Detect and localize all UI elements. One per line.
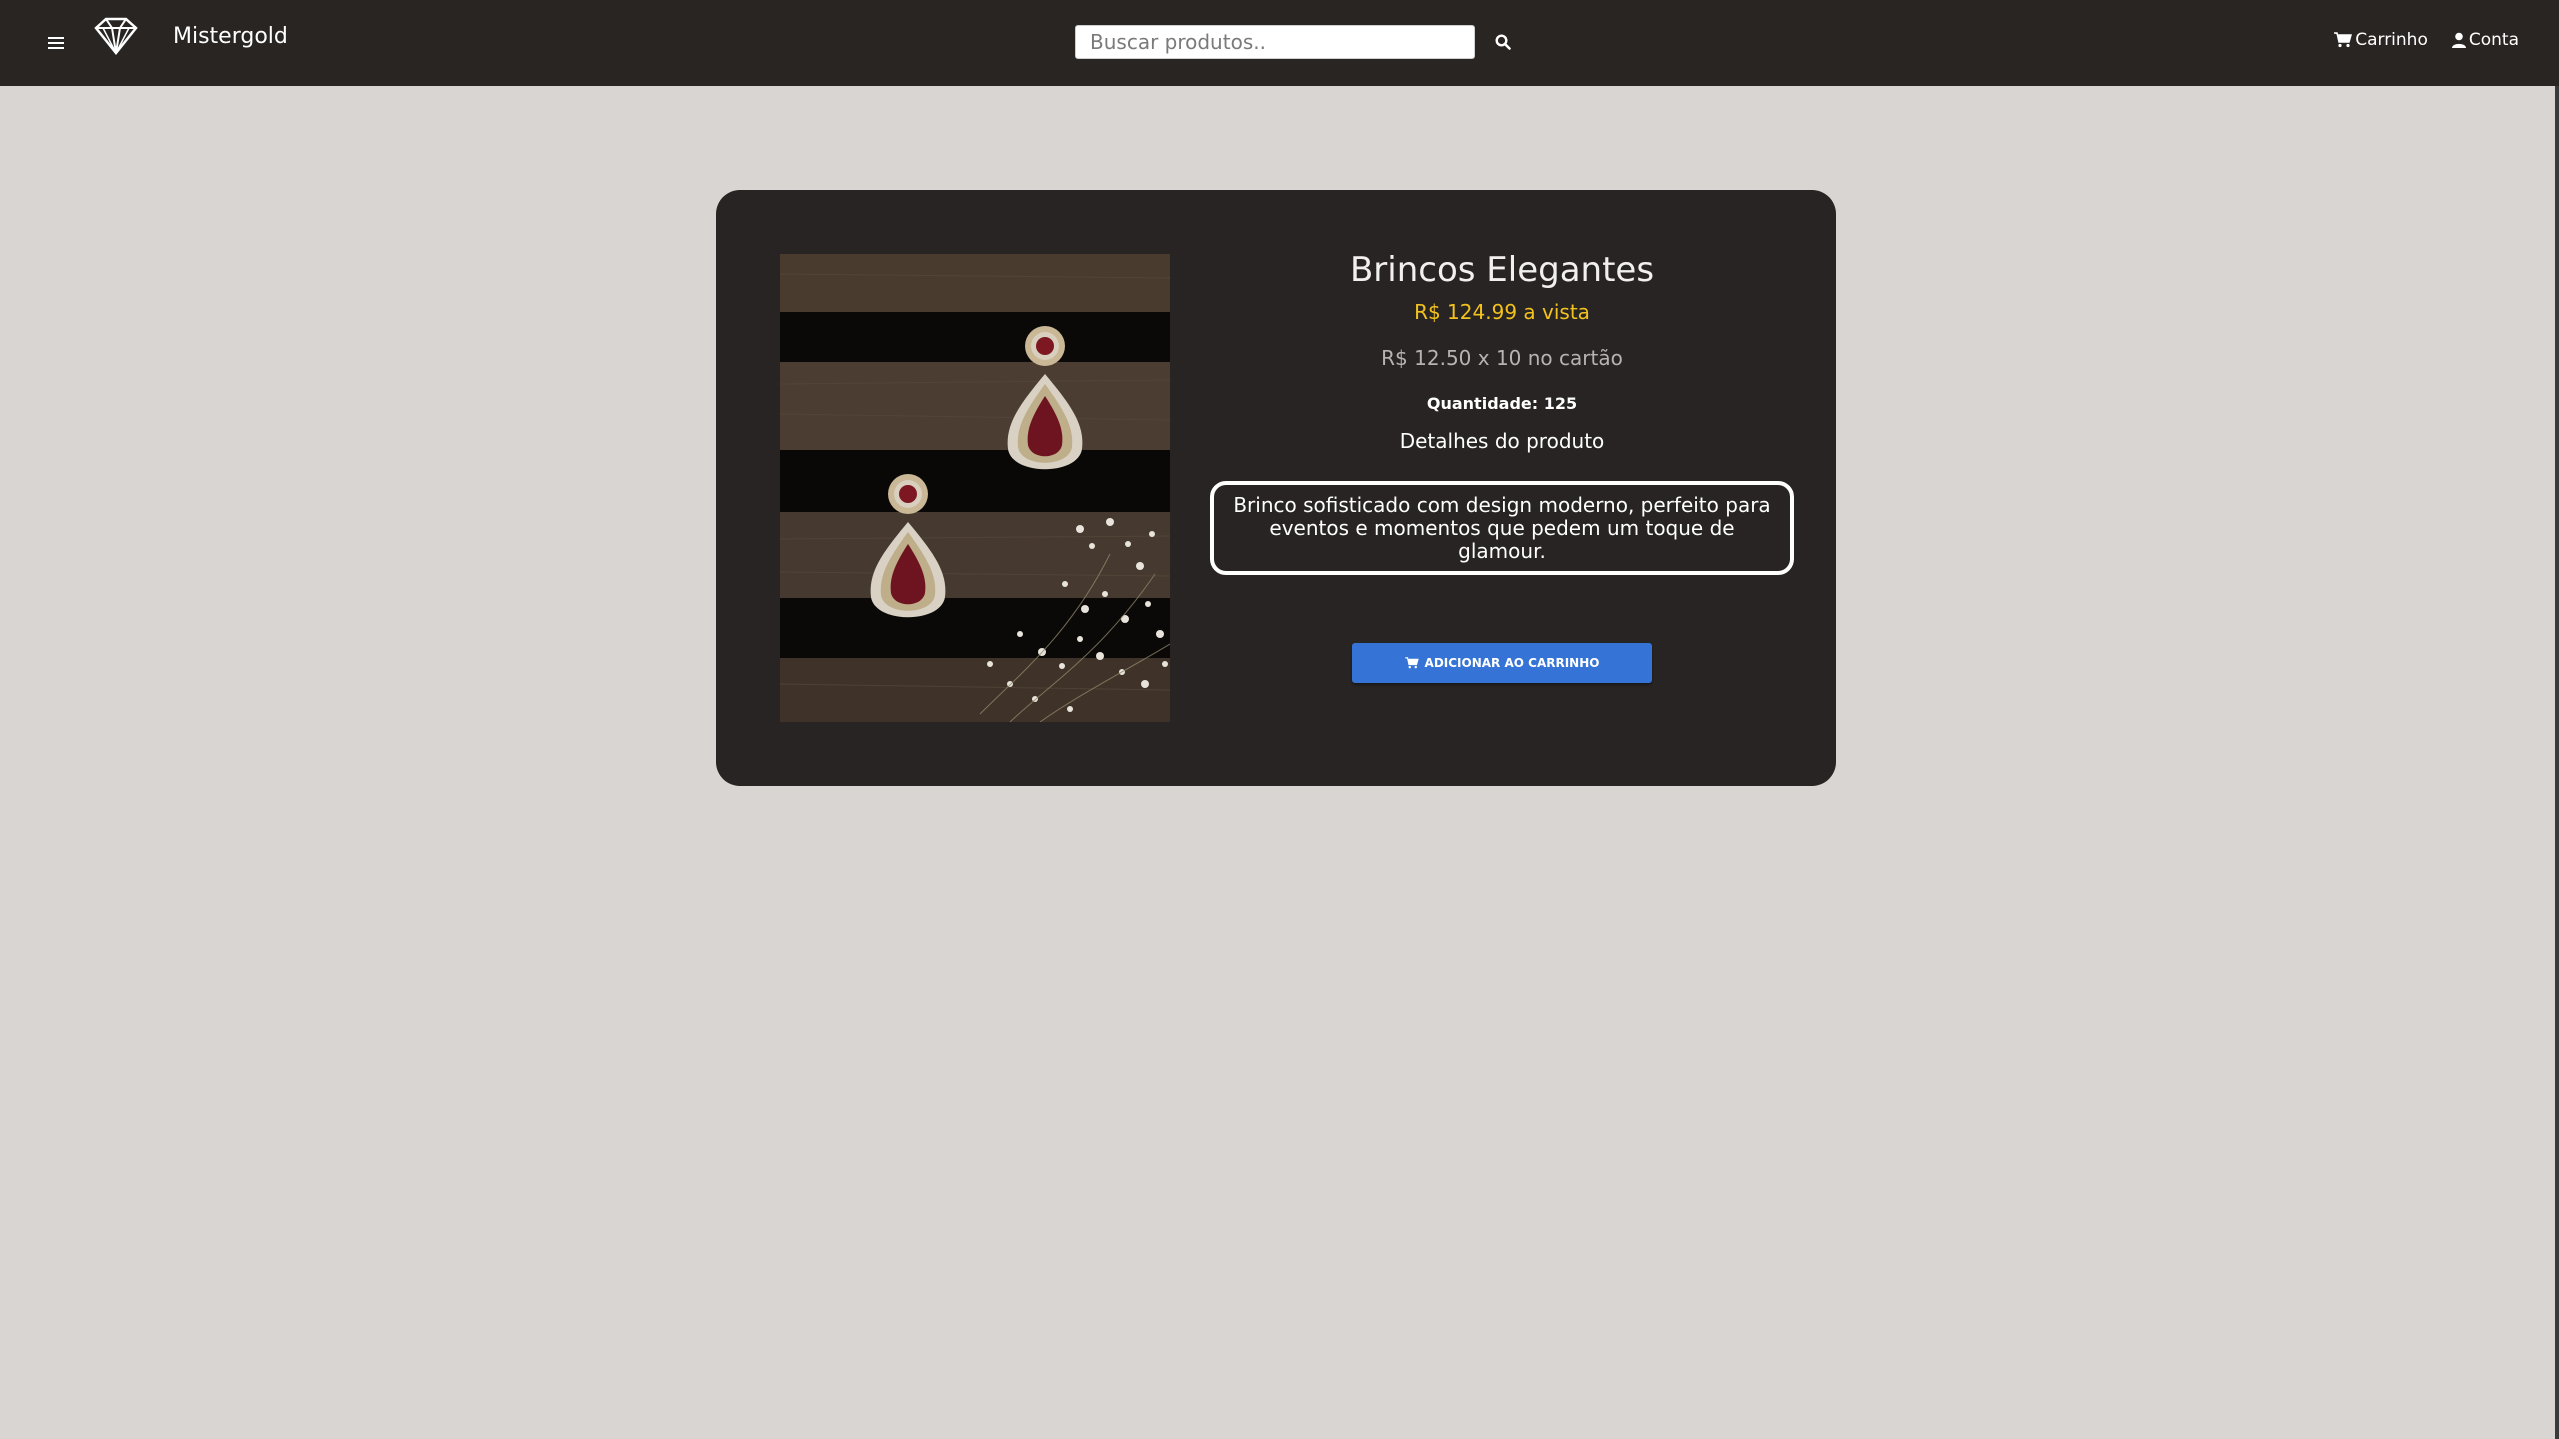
top-navbar: Mistergold Carrinho Conta bbox=[0, 0, 2559, 86]
account-link[interactable]: Conta bbox=[2451, 30, 2519, 50]
cart-icon bbox=[1404, 657, 1419, 669]
brand-name[interactable]: Mistergold bbox=[173, 24, 288, 49]
cart-link[interactable]: Carrinho bbox=[2334, 30, 2428, 50]
product-description: Brinco sofisticado com design moderno, p… bbox=[1210, 481, 1794, 575]
user-icon bbox=[2451, 32, 2466, 48]
account-label: Conta bbox=[2468, 30, 2519, 50]
cash-price: R$ 124.99 a vista bbox=[1414, 300, 1590, 324]
stock-quantity: Quantidade: 125 bbox=[1426, 394, 1578, 413]
search-bar bbox=[1075, 25, 1517, 59]
page-scrollbar[interactable] bbox=[2555, 86, 2559, 1439]
installment-price: R$ 12.50 x 10 no cartão bbox=[1381, 346, 1623, 370]
brand-logo[interactable] bbox=[90, 16, 142, 56]
search-input[interactable] bbox=[1075, 25, 1475, 59]
add-to-cart-label: ADICIONAR AO CARRINHO bbox=[1424, 656, 1600, 670]
cart-icon bbox=[2334, 32, 2353, 48]
hamburger-menu-button[interactable] bbox=[44, 28, 68, 58]
description-text: Brinco sofisticado com design moderno, p… bbox=[1233, 492, 1771, 563]
details-heading: Detalhes do produto bbox=[1399, 429, 1605, 453]
search-button[interactable] bbox=[1489, 25, 1517, 59]
product-title: Brincos Elegantes bbox=[1349, 250, 1655, 290]
product-card: Brincos Elegantes R$ 124.99 a vista R$ 1… bbox=[716, 190, 1836, 786]
cart-label: Carrinho bbox=[2355, 30, 2428, 50]
nav-actions: Carrinho Conta bbox=[2334, 30, 2519, 50]
hamburger-icon bbox=[48, 37, 64, 49]
search-icon bbox=[1495, 34, 1511, 50]
product-info: Brincos Elegantes R$ 124.99 a vista R$ 1… bbox=[1202, 250, 1802, 683]
product-image bbox=[780, 254, 1170, 722]
add-to-cart-button[interactable]: ADICIONAR AO CARRINHO bbox=[1352, 643, 1652, 683]
diamond-icon bbox=[94, 17, 138, 56]
